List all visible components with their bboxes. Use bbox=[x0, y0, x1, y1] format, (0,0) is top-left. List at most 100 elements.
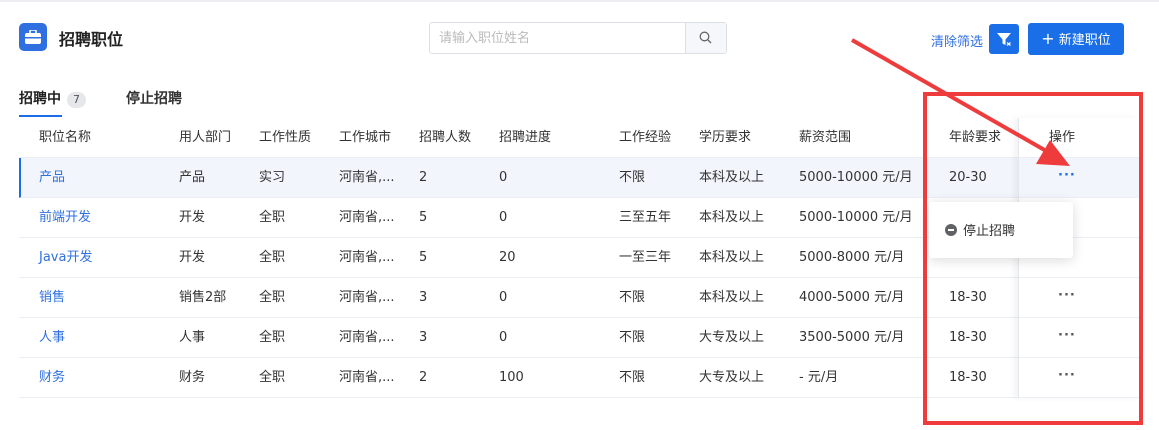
type-cell: 实习 bbox=[259, 170, 286, 185]
position-name-link[interactable]: 销售 bbox=[39, 278, 65, 317]
city-cell: 河南省,... bbox=[339, 290, 395, 305]
table-header-row: 职位名称 用人部门 工作性质 工作城市 招聘人数 招聘进度 工作经验 学历要求 … bbox=[19, 118, 1139, 158]
more-actions-button[interactable]: ··· bbox=[1058, 368, 1076, 383]
plus-icon: + bbox=[1041, 29, 1055, 48]
type-cell: 全职 bbox=[259, 290, 286, 305]
stop-recruit-label: 停止招聘 bbox=[963, 224, 1016, 239]
age-cell: 18-30 bbox=[949, 290, 987, 305]
new-position-button[interactable]: + 新建职位 bbox=[1028, 23, 1124, 55]
search-button[interactable] bbox=[685, 23, 726, 53]
progress-cell: 100 bbox=[499, 370, 524, 385]
table-row[interactable]: 财务 财务 全职 河南省,... 2 100 不限 大专及以上 - 元/月 18… bbox=[19, 358, 1139, 398]
city-cell: 河南省,... bbox=[339, 210, 395, 225]
education-cell: 大专及以上 bbox=[699, 370, 765, 385]
salary-cell: 4000-5000 元/月 bbox=[799, 290, 905, 305]
experience-cell: 一至三年 bbox=[619, 250, 672, 265]
salary-cell: 5000-10000 元/月 bbox=[799, 170, 913, 185]
dept-cell: 财务 bbox=[179, 370, 206, 385]
filter-clear-button[interactable] bbox=[989, 24, 1019, 54]
table-row[interactable]: 人事 人事 全职 河南省,... 3 0 不限 大专及以上 3500-5000 … bbox=[19, 318, 1139, 358]
position-name-link[interactable]: 前端开发 bbox=[39, 198, 91, 237]
actions-dropdown-menu: 停止招聘 bbox=[929, 202, 1073, 258]
count-cell: 2 bbox=[419, 170, 428, 185]
salary-cell: - 元/月 bbox=[799, 370, 839, 385]
more-actions-button[interactable]: ··· bbox=[1058, 168, 1076, 183]
progress-cell: 0 bbox=[499, 210, 508, 225]
dept-cell: 产品 bbox=[179, 170, 206, 185]
dept-cell: 销售2部 bbox=[179, 290, 227, 305]
col-header-age: 年龄要求 bbox=[949, 130, 1002, 145]
education-cell: 本科及以上 bbox=[699, 170, 765, 185]
experience-cell: 不限 bbox=[619, 290, 646, 305]
tab-recruiting[interactable]: 招聘中 7 bbox=[19, 88, 86, 117]
active-tab-indicator bbox=[19, 115, 62, 117]
page-header: 招聘职位 清除筛选 +新建职位 bbox=[0, 0, 1159, 80]
fixed-actions-column bbox=[1018, 118, 1140, 398]
salary-cell: 5000-8000 元/月 bbox=[799, 250, 905, 265]
experience-cell: 三至五年 bbox=[619, 210, 672, 225]
education-cell: 本科及以上 bbox=[699, 250, 765, 265]
count-cell: 5 bbox=[419, 210, 428, 225]
col-header-experience: 工作经验 bbox=[619, 130, 672, 145]
new-position-label: 新建职位 bbox=[1058, 33, 1111, 48]
progress-cell: 0 bbox=[499, 330, 508, 345]
city-cell: 河南省,... bbox=[339, 170, 395, 185]
page-title: 招聘职位 bbox=[59, 30, 124, 49]
progress-cell: 0 bbox=[499, 290, 508, 305]
stop-recruit-menu-item[interactable]: 停止招聘 bbox=[945, 220, 1015, 239]
position-name-link[interactable]: Java开发 bbox=[39, 238, 92, 277]
col-header-education: 学历要求 bbox=[699, 130, 752, 145]
tab-recruiting-label: 招聘中 bbox=[19, 91, 61, 107]
col-header-salary: 薪资范围 bbox=[799, 130, 852, 145]
education-cell: 本科及以上 bbox=[699, 290, 765, 305]
type-cell: 全职 bbox=[259, 210, 286, 225]
col-header-name: 职位名称 bbox=[39, 130, 92, 145]
col-header-type: 工作性质 bbox=[259, 130, 312, 145]
search-box bbox=[429, 22, 727, 54]
table-row[interactable]: 销售 销售2部 全职 河南省,... 3 0 不限 本科及以上 4000-500… bbox=[19, 278, 1139, 318]
count-cell: 5 bbox=[419, 250, 428, 265]
salary-cell: 5000-10000 元/月 bbox=[799, 210, 913, 225]
clear-filters-link[interactable]: 清除筛选 bbox=[931, 31, 983, 50]
position-name-link[interactable]: 财务 bbox=[39, 358, 65, 397]
count-cell: 3 bbox=[419, 330, 428, 345]
age-cell: 18-30 bbox=[949, 330, 987, 345]
experience-cell: 不限 bbox=[619, 170, 646, 185]
salary-cell: 3500-5000 元/月 bbox=[799, 330, 905, 345]
dept-cell: 开发 bbox=[179, 250, 206, 265]
col-header-city: 工作城市 bbox=[339, 130, 392, 145]
more-actions-button[interactable]: ··· bbox=[1058, 328, 1076, 343]
position-name-link[interactable]: 人事 bbox=[39, 318, 65, 357]
age-cell: 18-30 bbox=[949, 370, 987, 385]
more-actions-button[interactable]: ··· bbox=[1058, 288, 1076, 303]
col-header-count: 招聘人数 bbox=[419, 130, 472, 145]
age-cell: 20-30 bbox=[949, 170, 987, 185]
count-cell: 3 bbox=[419, 290, 428, 305]
education-cell: 本科及以上 bbox=[699, 210, 765, 225]
col-header-progress: 招聘进度 bbox=[499, 130, 552, 145]
count-cell: 2 bbox=[419, 370, 428, 385]
search-icon bbox=[699, 31, 712, 44]
progress-cell: 0 bbox=[499, 170, 508, 185]
minus-circle-icon bbox=[945, 224, 957, 236]
experience-cell: 不限 bbox=[619, 330, 646, 345]
dept-cell: 开发 bbox=[179, 210, 206, 225]
type-cell: 全职 bbox=[259, 250, 286, 265]
tab-count-badge: 7 bbox=[67, 92, 86, 108]
city-cell: 河南省,... bbox=[339, 250, 395, 265]
education-cell: 大专及以上 bbox=[699, 330, 765, 345]
type-cell: 全职 bbox=[259, 370, 286, 385]
table-row[interactable]: 产品 产品 实习 河南省,... 2 0 不限 本科及以上 5000-10000… bbox=[19, 158, 1139, 198]
position-name-link[interactable]: 产品 bbox=[39, 158, 65, 197]
search-input[interactable] bbox=[430, 23, 695, 53]
tab-stopped[interactable]: 停止招聘 bbox=[126, 88, 182, 108]
experience-cell: 不限 bbox=[619, 370, 646, 385]
col-header-dept: 用人部门 bbox=[179, 130, 232, 145]
briefcase-icon bbox=[19, 23, 47, 51]
city-cell: 河南省,... bbox=[339, 370, 395, 385]
type-cell: 全职 bbox=[259, 330, 286, 345]
city-cell: 河南省,... bbox=[339, 330, 395, 345]
progress-cell: 20 bbox=[499, 250, 516, 265]
filter-clear-icon bbox=[997, 33, 1012, 47]
dept-cell: 人事 bbox=[179, 330, 206, 345]
